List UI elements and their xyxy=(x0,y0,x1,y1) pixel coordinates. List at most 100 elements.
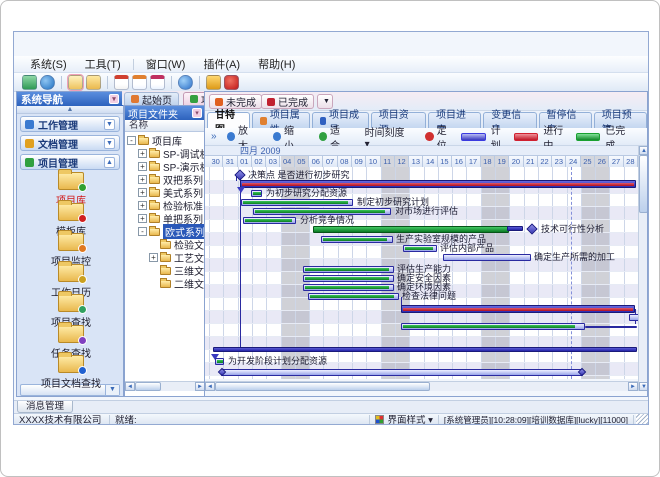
tree-node-二维文件[interactable]: 二维文件 xyxy=(125,277,206,290)
legend-swatch-已完成 xyxy=(576,133,600,141)
app-window: 系统(S)工具(T)窗口(W)插件(A)帮助(H) 系统导航 ▾ ▲ ▼ 工作管… xyxy=(13,31,649,425)
day-header-cell: 17 xyxy=(466,156,480,167)
calendar-member-icon[interactable] xyxy=(132,75,147,90)
sidebar-section-文档管理[interactable]: 文档管理▼ xyxy=(20,135,120,151)
chevron-icon[interactable]: ▲ xyxy=(104,157,115,168)
gantt-horizontal-scrollbar[interactable]: ◄ ► xyxy=(205,381,638,391)
help-icon[interactable] xyxy=(178,75,193,90)
session-info: [系统管理员][10:28:09][培训数据库][lucky][11000] xyxy=(439,415,634,426)
gantt-bar[interactable] xyxy=(221,369,583,376)
day-header-cell: 24 xyxy=(567,156,581,167)
tree-expander-icon[interactable]: - xyxy=(138,227,147,236)
progress-fill xyxy=(305,268,389,271)
calendar-progress-icon[interactable] xyxy=(150,75,165,90)
pin-icon[interactable]: ▾ xyxy=(192,108,202,118)
tab-起始页[interactable]: 起始页 xyxy=(124,92,179,105)
menu-item-2[interactable]: 工具(T) xyxy=(77,55,129,73)
sidebar-item-任务查找[interactable]: 任务查找 xyxy=(17,325,125,355)
gantt-bar[interactable] xyxy=(443,254,531,261)
tree-expander-icon[interactable]: + xyxy=(138,149,147,158)
scroll-left-icon[interactable]: ◄ xyxy=(125,382,135,391)
scroll-thumb[interactable] xyxy=(215,382,430,391)
gantt-bar[interactable] xyxy=(213,347,637,352)
gantt-bar[interactable] xyxy=(215,358,224,365)
scroll-left-icon[interactable]: ◄ xyxy=(205,382,215,391)
scroll-right-icon[interactable]: ► xyxy=(628,382,638,391)
gantt-bar[interactable] xyxy=(401,323,585,330)
message-management-tab[interactable]: 消息管理 xyxy=(17,401,73,413)
scroll-thumb[interactable] xyxy=(639,155,648,213)
gantt-bar[interactable] xyxy=(403,245,437,252)
chevron-icon[interactable]: ▼ xyxy=(104,119,115,130)
tree-expander-icon[interactable]: - xyxy=(127,136,136,145)
sidebar-item-工作日历[interactable]: 工作日历 xyxy=(17,264,125,294)
sidebar-item-模板库[interactable]: 模板库 xyxy=(17,203,125,233)
sidebar-section-工作管理[interactable]: 工作管理▼ xyxy=(20,116,120,132)
progress-fill xyxy=(305,286,389,289)
gantt-chart[interactable]: 决策点 是否进行初步研究为初步研究分配资源制定初步研究计划对市场进行评估分析竞争… xyxy=(205,167,638,379)
gantt-bar[interactable] xyxy=(253,208,391,215)
gantt-bar[interactable] xyxy=(321,236,393,243)
sidebar-item-项目监控[interactable]: 项目监控 xyxy=(17,233,125,263)
scroll-down-icon[interactable]: ▼ xyxy=(639,382,648,391)
progress-fill xyxy=(243,201,348,204)
day-header: 3031010203040506070809101112131415161718… xyxy=(205,156,638,167)
interface-style-button[interactable]: 界面样式 ▾ xyxy=(370,415,438,426)
progress-fill xyxy=(245,219,292,222)
gantt-bar[interactable] xyxy=(507,226,523,231)
progress-fill xyxy=(323,238,387,241)
tree-expander-icon[interactable]: + xyxy=(138,188,147,197)
gantt-bar[interactable] xyxy=(629,314,638,321)
gantt-bar[interactable] xyxy=(243,217,296,224)
sidebar-item-项目查找[interactable]: 项目查找 xyxy=(17,294,125,324)
project-folder-title: 项目文件夹 xyxy=(128,106,178,121)
sidebar-section-项目管理[interactable]: 项目管理▲ xyxy=(20,154,120,170)
tree-expander-icon[interactable]: + xyxy=(149,253,158,262)
sidebar-collapse-strip[interactable]: ▲ xyxy=(17,106,123,114)
gantt-bar[interactable] xyxy=(401,305,635,313)
folder-icon xyxy=(149,215,160,223)
tree-expander-icon[interactable]: + xyxy=(138,214,147,223)
resize-grip[interactable] xyxy=(636,414,648,425)
calendar-task-icon[interactable] xyxy=(114,75,129,90)
tree-column-header[interactable]: 名称 xyxy=(125,120,205,132)
sidebar-item-项目库[interactable]: 项目库 xyxy=(17,172,125,202)
scroll-up-icon[interactable]: ▲ xyxy=(639,146,648,155)
day-header-cell: 21 xyxy=(524,156,538,167)
sidebar-item-项目文档查找[interactable]: 项目文档查找 xyxy=(17,355,125,385)
gantt-bar[interactable] xyxy=(241,199,353,206)
pin-icon[interactable]: ▾ xyxy=(109,94,119,104)
chevron-icon[interactable]: ▼ xyxy=(104,138,115,149)
gantt-bar[interactable] xyxy=(303,266,394,273)
tree-expander-icon[interactable]: + xyxy=(138,201,147,210)
day-header-cell: 22 xyxy=(538,156,552,167)
gantt-vertical-scrollbar[interactable]: ▲ ▼ xyxy=(638,146,648,391)
gantt-bar[interactable] xyxy=(240,180,636,188)
system-monitor-icon[interactable] xyxy=(22,75,37,90)
gantt-bar[interactable] xyxy=(313,226,509,233)
gantt-bar[interactable] xyxy=(303,275,394,282)
lock-icon[interactable] xyxy=(206,75,221,90)
project-folder-icon[interactable] xyxy=(68,75,83,90)
template-folder-icon[interactable] xyxy=(86,75,101,90)
task-label: 确定生产所需的加工 xyxy=(534,252,615,262)
tree-expander-icon[interactable]: + xyxy=(138,162,147,171)
grid-line-vertical xyxy=(209,167,210,379)
legend-swatch-进行中 xyxy=(514,133,538,141)
network-globe-icon[interactable] xyxy=(40,75,55,90)
day-header-cell: 16 xyxy=(452,156,466,167)
menu-item-4[interactable]: 插件(A) xyxy=(195,55,248,73)
progress-fill xyxy=(305,277,389,280)
gantt-bar[interactable] xyxy=(251,190,262,197)
gantt-bar[interactable] xyxy=(303,284,394,291)
menu-item-1[interactable]: 系统(S) xyxy=(22,55,75,73)
gantt-bar[interactable] xyxy=(585,326,637,328)
exit-icon[interactable] xyxy=(224,75,239,90)
toolbar-overflow-chevron[interactable]: » xyxy=(211,131,217,142)
tree-expander-icon[interactable]: + xyxy=(138,175,147,184)
menu-item-5[interactable]: 帮助(H) xyxy=(250,55,303,73)
scroll-thumb[interactable] xyxy=(135,382,161,391)
gantt-bar[interactable] xyxy=(308,293,399,300)
tree-horizontal-scrollbar[interactable]: ◄ ► xyxy=(125,381,205,391)
menu-item-3[interactable]: 窗口(W) xyxy=(138,55,194,73)
